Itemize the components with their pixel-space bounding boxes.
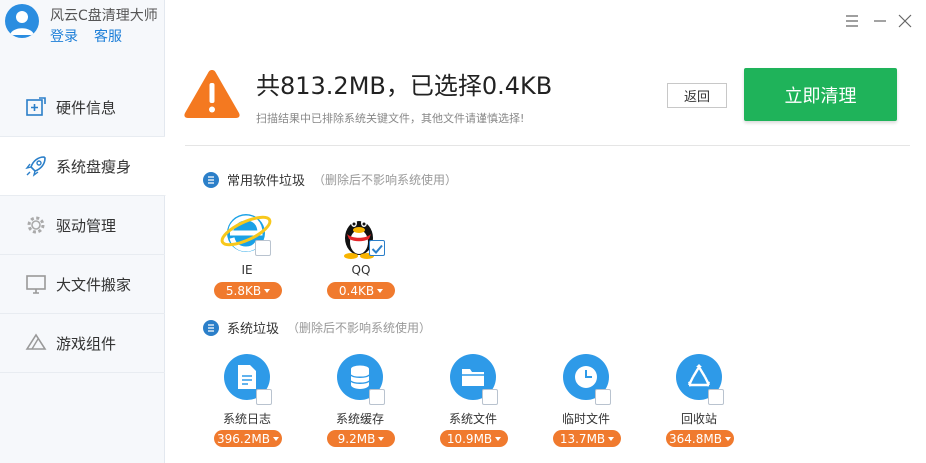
caret-down-icon <box>377 288 384 293</box>
section-title: 系统垃圾 <box>227 322 280 337</box>
sidebar-item-driver[interactable]: 驱动管理 <box>0 196 165 255</box>
checkmark-icon <box>371 244 383 254</box>
section-note: （删除后不影响系统使用） <box>287 321 432 335</box>
sidebar-item-system-slim[interactable]: 系统盘瘦身 <box>0 137 166 196</box>
size-value: 9.2MB <box>337 431 376 446</box>
item-name: 临时文件 <box>561 412 610 426</box>
caret-down-icon <box>495 436 502 441</box>
header-divider <box>185 145 910 146</box>
item-checkbox[interactable] <box>256 389 272 405</box>
back-button[interactable]: 返回 <box>667 83 727 108</box>
scan-summary-note: 扫描结果中已排除系统关键文件，其他文件请谨慎选择! <box>256 112 525 125</box>
menu-icon[interactable] <box>842 11 862 31</box>
item-checkbox-checked[interactable] <box>369 240 385 256</box>
rocket-icon <box>24 154 48 178</box>
size-value: 5.8KB <box>225 283 262 298</box>
app-window: 风云C盘清理大师 登录 客服 硬件信息 系统盘瘦身 驱动管理 大文件搬家 游戏组… <box>0 0 926 463</box>
item-checkbox[interactable] <box>708 389 724 405</box>
list-icon <box>203 319 219 336</box>
section-title: 常用软件垃圾 <box>227 174 306 189</box>
item-name: 回收站 <box>680 412 717 426</box>
sidebar-item-big-file[interactable]: 大文件搬家 <box>0 255 165 314</box>
app-title: 风云C盘清理大师 <box>50 8 158 24</box>
item-checkbox[interactable] <box>595 389 611 405</box>
item-checkbox[interactable] <box>255 240 271 256</box>
hardware-icon <box>24 95 48 119</box>
profile-area: 风云C盘清理大师 登录 客服 <box>0 0 165 60</box>
size-dropdown[interactable]: 13.7MB <box>553 430 621 447</box>
size-dropdown[interactable]: 0.4KB <box>327 282 395 299</box>
size-dropdown[interactable]: 9.2MB <box>327 430 395 447</box>
item-name: 系统文件 <box>448 412 497 426</box>
avatar[interactable] <box>5 4 39 38</box>
clean-now-button[interactable]: 立即清理 <box>744 68 897 121</box>
caret-down-icon <box>608 436 615 441</box>
size-value: 364.8MB <box>669 431 722 446</box>
sidebar-item-game[interactable]: 游戏组件 <box>0 314 165 373</box>
caret-down-icon <box>378 436 385 441</box>
sidebar: 风云C盘清理大师 登录 客服 硬件信息 系统盘瘦身 驱动管理 大文件搬家 游戏组… <box>0 0 166 463</box>
gear-icon <box>24 213 48 237</box>
size-dropdown[interactable]: 364.8MB <box>666 430 734 447</box>
minimize-icon[interactable] <box>870 11 890 31</box>
customer-service-link[interactable]: 客服 <box>94 26 122 46</box>
item-name: 系统缓存 <box>335 412 384 426</box>
item-name: QQ <box>351 263 371 277</box>
item-name: 系统日志 <box>222 412 271 426</box>
item-checkbox[interactable] <box>369 389 385 405</box>
sidebar-item-label: 大文件搬家 <box>56 275 132 294</box>
sidebar-nav: 硬件信息 系统盘瘦身 驱动管理 大文件搬家 游戏组件 <box>0 78 166 373</box>
sidebar-item-label: 驱动管理 <box>56 216 117 235</box>
scan-summary-title: 共813.2MB，已选择0.4KB <box>256 72 553 100</box>
size-dropdown[interactable]: 396.2MB <box>214 430 282 447</box>
caret-down-icon <box>272 436 279 441</box>
section-header-software: 常用软件垃圾 （删除后不影响系统使用） <box>203 170 457 189</box>
size-value: 13.7MB <box>559 431 606 446</box>
size-dropdown[interactable]: 10.9MB <box>440 430 508 447</box>
ie-icon <box>202 208 292 260</box>
login-link[interactable]: 登录 <box>50 26 78 46</box>
close-icon[interactable] <box>895 11 915 31</box>
monitor-icon <box>24 272 48 296</box>
section-header-system: 系统垃圾 （删除后不影响系统使用） <box>203 318 431 337</box>
item-name: IE <box>241 263 253 277</box>
warning-icon <box>183 68 241 124</box>
sidebar-item-hardware[interactable]: 硬件信息 <box>0 78 165 137</box>
section-note: （删除后不影响系统使用） <box>313 173 458 187</box>
list-icon <box>203 171 219 188</box>
caret-down-icon <box>264 288 271 293</box>
sidebar-item-label: 系统盘瘦身 <box>56 157 132 176</box>
qq-icon <box>316 208 406 260</box>
size-value: 0.4KB <box>338 283 375 298</box>
caret-down-icon <box>724 436 731 441</box>
sidebar-item-label: 游戏组件 <box>56 334 117 353</box>
size-value: 10.9MB <box>446 431 493 446</box>
size-dropdown[interactable]: 5.8KB <box>214 282 282 299</box>
sidebar-item-label: 硬件信息 <box>56 98 117 117</box>
item-checkbox[interactable] <box>482 389 498 405</box>
size-value: 396.2MB <box>217 431 270 446</box>
game-icon <box>24 331 48 355</box>
